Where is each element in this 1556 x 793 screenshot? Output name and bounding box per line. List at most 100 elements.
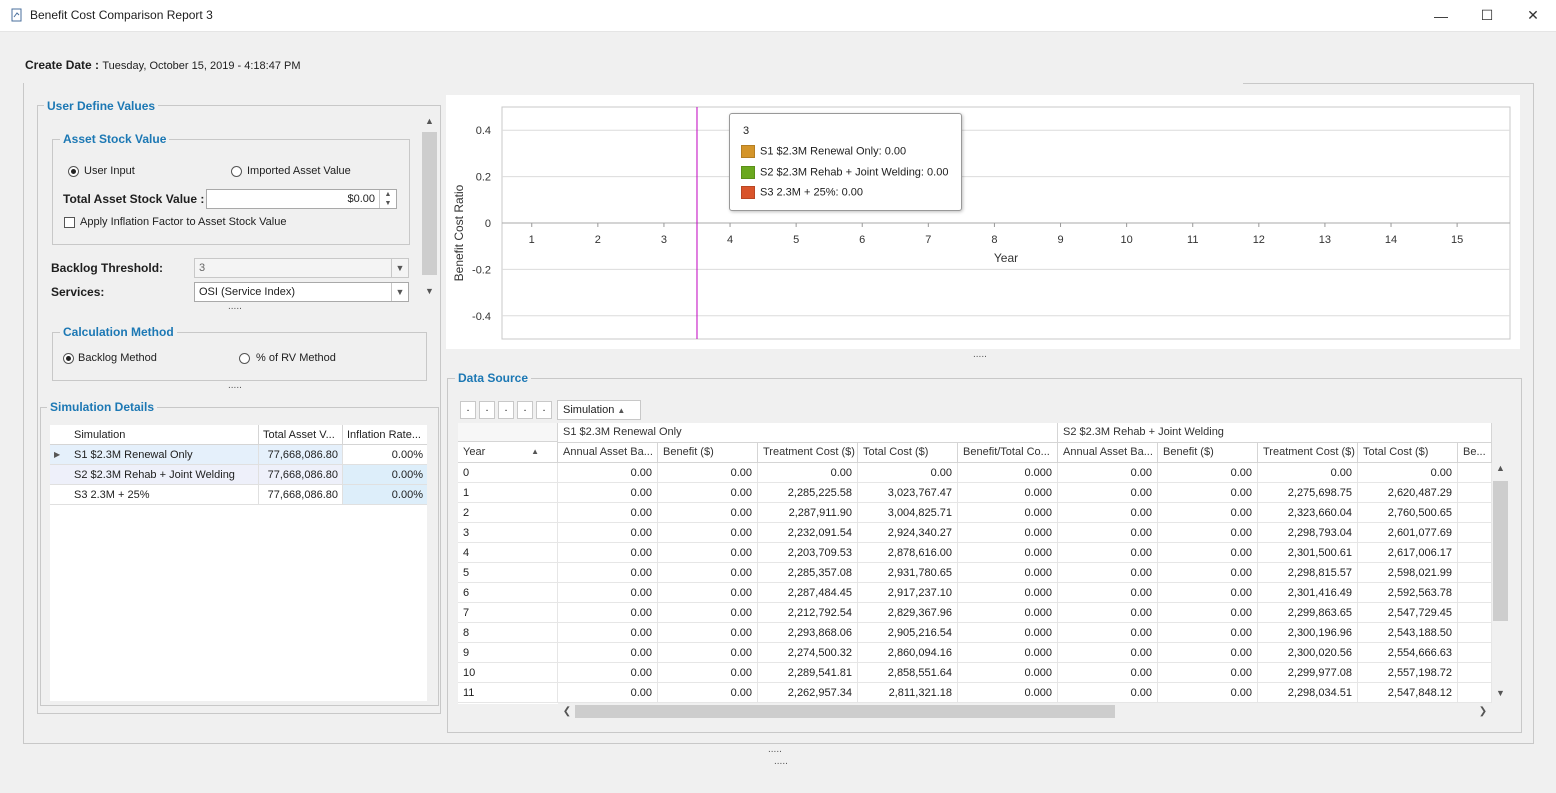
group-panel-button[interactable]: . [517,401,533,419]
col-s1-benefit-total[interactable]: Benefit/Total Co... [958,443,1058,463]
rv-method-radio[interactable] [239,353,250,364]
total-asset-input[interactable]: $0.00 ▲ ▼ [206,189,397,209]
table-row[interactable]: 6 0.00 0.00 2,287,484.45 2,917,237.10 0.000 0.… [458,583,1492,603]
splitter-grip[interactable]: ..... [973,349,987,360]
tooltip-title: 3 [743,125,750,137]
col-s2-total-cost[interactable]: Total Cost ($) [1358,443,1458,463]
group-field-simulation[interactable]: Simulation ▲ [557,400,641,420]
inflation-checkbox[interactable] [64,217,75,228]
table-row[interactable]: 4 0.00 0.00 2,203,709.53 2,878,616.00 0.000 0.… [458,543,1492,563]
x-tick-label: 7 [925,234,931,246]
s2-cell: 2,298,034.51 [1258,683,1358,703]
s2-cell: 2,275,698.75 [1258,483,1358,503]
splitter-grip[interactable]: ..... [228,301,242,312]
calc-method-title: Calculation Method [60,325,177,339]
maximize-button[interactable]: ☐ [1464,0,1510,31]
col-s1-annual-asset[interactable]: Annual Asset Ba... [558,443,658,463]
group-field-label: Simulation [563,404,615,416]
imported-asset-radio[interactable] [231,166,242,177]
scroll-thumb[interactable] [1493,481,1508,621]
grid-horizontal-scrollbar[interactable]: ❮ ❯ [558,703,1492,720]
year-cell: 1 [458,483,558,503]
services-combo[interactable]: OSI (Service Index) ▼ [194,282,409,302]
s1-cell: 0.00 [658,603,758,623]
s1-cell: 0.000 [958,503,1058,523]
col-s1-treatment-cost[interactable]: Treatment Cost ($) [758,443,858,463]
backlog-method-radio[interactable] [63,353,74,364]
s1-cell: 0.00 [658,623,758,643]
splitter-grip[interactable]: ..... [228,380,242,391]
col-s1-total-cost[interactable]: Total Cost ($) [858,443,958,463]
scroll-thumb[interactable] [575,705,1115,718]
table-row[interactable]: 7 0.00 0.00 2,212,792.54 2,829,367.96 0.000 0.… [458,603,1492,623]
services-label: Services: [51,285,105,299]
col-total-asset[interactable]: Total Asset V... [258,425,343,445]
s2-cell: 0.00 [1058,483,1158,503]
col-year[interactable]: Year ▲ [458,441,558,463]
backlog-threshold-combo[interactable]: 3 ▼ [194,258,409,278]
s1-cell: 0.000 [958,543,1058,563]
col-s1-benefit[interactable]: Benefit ($) [658,443,758,463]
col-s2-benefit[interactable]: Benefit ($) [1158,443,1258,463]
s2-cell: 2,554,666.63 [1358,643,1458,663]
col-s2-annual-asset[interactable]: Annual Asset Ba... [1058,443,1158,463]
band-header-s1[interactable]: S1 $2.3M Renewal Only [558,423,1058,443]
data-rows: 0 0.00 0.00 0.00 0.00 0.000 0.00 0.00 0.00 0.00 1 0… [458,463,1492,703]
s1-swatch [741,145,755,158]
table-row[interactable]: S3 2.3M + 25% 77,668,086.80 0.00% [50,484,427,505]
col-inflation-rate[interactable]: Inflation Rate... [343,425,428,445]
s2-cell: 0.00 [1058,683,1158,703]
chevron-down-icon[interactable]: ▼ [391,259,408,277]
scroll-left-icon[interactable]: ❮ [560,703,574,720]
table-row[interactable]: 5 0.00 0.00 2,285,357.08 2,931,780.65 0.000 0.… [458,563,1492,583]
table-row[interactable]: 10 0.00 0.00 2,289,541.81 2,858,551.64 0.000 0… [458,663,1492,683]
scroll-up-icon[interactable]: ▲ [1492,463,1509,477]
s2-cell: 2,301,416.49 [1258,583,1358,603]
scroll-down-icon[interactable]: ▼ [1492,688,1509,702]
close-button[interactable]: ✕ [1510,0,1556,31]
sim-rate[interactable]: 0.00% [342,444,427,465]
table-row[interactable]: S2 $2.3M Rehab + Joint Welding 77,668,08… [50,464,427,485]
grid-vertical-scrollbar[interactable]: ▲ ▼ [1492,463,1509,703]
splitter-grip[interactable]: ..... [768,744,782,755]
s2-cell: 0.00 [1258,463,1358,483]
sim-rate[interactable]: 0.00% [342,484,427,505]
chevron-down-icon[interactable]: ▼ [391,283,408,301]
user-define-title: User Define Values [44,99,159,113]
table-row[interactable]: 11 0.00 0.00 2,262,957.34 2,811,321.18 0.000 0… [458,683,1492,703]
spin-buttons[interactable]: ▲ ▼ [379,190,396,208]
s1-cell: 2,811,321.18 [858,683,958,703]
table-row[interactable]: 2 0.00 0.00 2,287,911.90 3,004,825.71 0.000 0.… [458,503,1492,523]
table-row[interactable]: 0 0.00 0.00 0.00 0.00 0.000 0.00 0.00 0.00 0.00 [458,463,1492,483]
scroll-up-icon[interactable]: ▲ [421,116,438,130]
user-input-radio[interactable] [68,166,79,177]
table-row[interactable]: 8 0.00 0.00 2,293,868.06 2,905,216.54 0.000 0.… [458,623,1492,643]
table-row[interactable]: 3 0.00 0.00 2,232,091.54 2,924,340.27 0.000 0.… [458,523,1492,543]
x-tick-label: 2 [595,234,601,246]
year-cell: 2 [458,503,558,523]
group-panel-button[interactable]: . [460,401,476,419]
col-s2-benefit-total[interactable]: Be... [1458,443,1492,463]
scroll-down-icon[interactable]: ▼ [421,286,438,300]
band-header-s2[interactable]: S2 $2.3M Rehab + Joint Welding [1058,423,1492,443]
splitter-grip[interactable]: ..... [774,756,788,767]
minimize-button[interactable]: — [1418,0,1464,31]
s2-cell: 0.00 [1158,483,1258,503]
scroll-thumb[interactable] [422,132,437,275]
s2-cell: 2,300,196.96 [1258,623,1358,643]
s2-cell: 2,547,848.12 [1358,683,1458,703]
table-row[interactable]: 9 0.00 0.00 2,274,500.32 2,860,094.16 0.000 0.… [458,643,1492,663]
user-define-scrollbar[interactable]: ▲ ▼ [421,116,438,300]
s2-cell: 2,601,077.69 [1358,523,1458,543]
col-s2-treatment-cost[interactable]: Treatment Cost ($) [1258,443,1358,463]
s2-cell-partial [1458,623,1492,643]
group-panel-button[interactable]: . [536,401,552,419]
s1-cell: 2,274,500.32 [758,643,858,663]
col-simulation[interactable]: Simulation [70,425,259,445]
table-row[interactable]: 1 0.00 0.00 2,285,225.58 3,023,767.47 0.000 0.… [458,483,1492,503]
group-panel-button[interactable]: . [498,401,514,419]
table-row[interactable]: ▶ S1 $2.3M Renewal Only 77,668,086.80 0.… [50,444,427,465]
group-panel-button[interactable]: . [479,401,495,419]
sim-rate[interactable]: 0.00% [342,464,427,485]
scroll-right-icon[interactable]: ❯ [1476,703,1490,720]
